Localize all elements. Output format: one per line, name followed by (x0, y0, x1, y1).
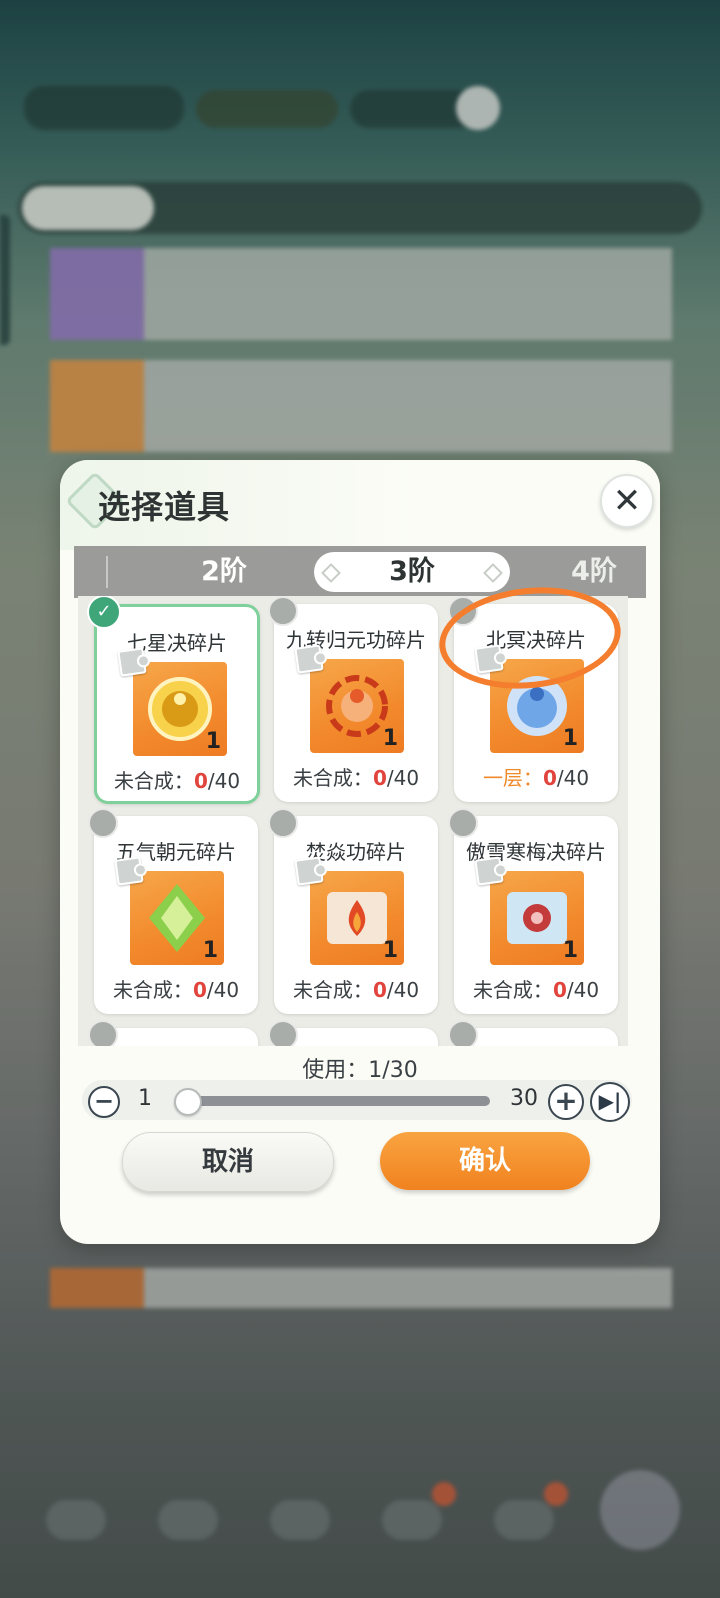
status-progress: 0 (192, 978, 207, 1002)
tier-divider (106, 556, 108, 588)
fragment-puzzle-icon (474, 856, 504, 886)
status-label: 一层： (482, 766, 543, 790)
status-label: 未合成： (292, 766, 373, 790)
item-card-wuqi[interactable]: 五气朝元碎片 1 未合成：0/40 (88, 808, 258, 1014)
fragment-puzzle-icon (117, 647, 147, 677)
diamond-right-icon (483, 563, 503, 583)
item-status: 未合成：0/40 (274, 762, 438, 791)
item-status: 未合成：0/40 (274, 974, 438, 1003)
item-card-jiuzhuan[interactable]: 九转归元功碎片 1 未合成：0/40 (268, 596, 438, 802)
item-status: 未合成：0/40 (94, 974, 258, 1003)
item-count: 1 (382, 938, 398, 963)
slider-max-value: 30 (510, 1086, 538, 1111)
increase-button[interactable]: + (548, 1084, 584, 1120)
radio-unchecked-icon[interactable] (88, 808, 118, 838)
item-status: 未合成：0/40 (97, 765, 257, 794)
status-progress: 0 (372, 978, 387, 1002)
status-progress: 0 (193, 769, 208, 793)
status-progress: 0 (542, 766, 557, 790)
fragment-puzzle-icon (294, 856, 324, 886)
item-card-fenyan[interactable]: 焚焱功碎片 1 未合成：0/40 (268, 808, 438, 1014)
status-total: /40 (386, 766, 420, 790)
select-item-dialog: 选择道具 ✕ 2阶 3阶 4阶 ✓ 七星决碎片 1 未合成：0/40 九转归元功… (60, 460, 660, 1244)
fire-scroll-icon: 1 (310, 871, 404, 965)
status-progress: 0 (552, 978, 567, 1002)
status-total: /40 (386, 978, 420, 1002)
item-card-partial[interactable] (88, 1020, 258, 1046)
item-card-partial[interactable] (268, 1020, 438, 1046)
item-card-qixingjue[interactable]: ✓ 七星决碎片 1 未合成：0/40 (87, 596, 260, 804)
item-count: 1 (205, 729, 221, 754)
green-crystal-icon: 1 (130, 871, 224, 965)
radio-unchecked-icon[interactable] (268, 1020, 298, 1046)
cancel-button[interactable]: 取消 (122, 1132, 334, 1192)
status-label: 未合成： (472, 978, 553, 1002)
item-count: 1 (382, 726, 398, 751)
status-label: 未合成： (112, 978, 193, 1002)
status-progress: 0 (372, 766, 387, 790)
quantity-slider-row: − 1 30 + ▶| (82, 1080, 632, 1122)
status-label: 未合成： (113, 769, 194, 793)
status-total: /40 (556, 766, 590, 790)
item-status: 一层：0/40 (454, 762, 618, 791)
item-count: 1 (202, 938, 218, 963)
item-status: 未合成：0/40 (454, 974, 618, 1003)
fragment-puzzle-icon (114, 856, 144, 886)
status-total: /40 (206, 978, 240, 1002)
decrease-button[interactable]: − (88, 1086, 120, 1118)
item-count: 1 (562, 938, 578, 963)
confirm-button[interactable]: 确认 (380, 1132, 590, 1190)
radio-unchecked-icon[interactable] (268, 596, 298, 626)
checkmark-icon[interactable]: ✓ (87, 596, 121, 629)
status-total: /40 (566, 978, 600, 1002)
tab-tier-3-label: 3阶 (389, 556, 435, 587)
radio-unchecked-icon[interactable] (448, 808, 478, 838)
radio-unchecked-icon[interactable] (268, 808, 298, 838)
status-label: 未合成： (292, 978, 373, 1002)
item-card-partial[interactable] (448, 1020, 618, 1046)
golden-sphere-icon: 1 (133, 662, 227, 756)
status-total: /40 (207, 769, 241, 793)
close-icon: ✕ (612, 481, 642, 521)
tab-tier-3[interactable]: 3阶 (314, 552, 510, 592)
diamond-left-icon (321, 563, 341, 583)
radio-unchecked-icon[interactable] (448, 1020, 478, 1046)
item-count: 1 (562, 726, 578, 751)
item-card-aoxue[interactable]: 傲雪寒梅决碎片 1 未合成：0/40 (448, 808, 618, 1014)
slider-track[interactable] (178, 1096, 490, 1106)
slider-thumb[interactable] (174, 1088, 202, 1116)
radio-unchecked-icon[interactable] (88, 1020, 118, 1046)
ice-scroll-icon: 1 (490, 871, 584, 965)
fragment-puzzle-icon (294, 644, 324, 674)
tab-tier-2[interactable]: 2阶 (174, 546, 274, 598)
red-flame-figure-icon: 1 (310, 659, 404, 753)
slider-min-value: 1 (138, 1086, 152, 1111)
close-button[interactable]: ✕ (600, 474, 654, 528)
max-button[interactable]: ▶| (590, 1082, 630, 1122)
dialog-title: 选择道具 (98, 488, 231, 526)
